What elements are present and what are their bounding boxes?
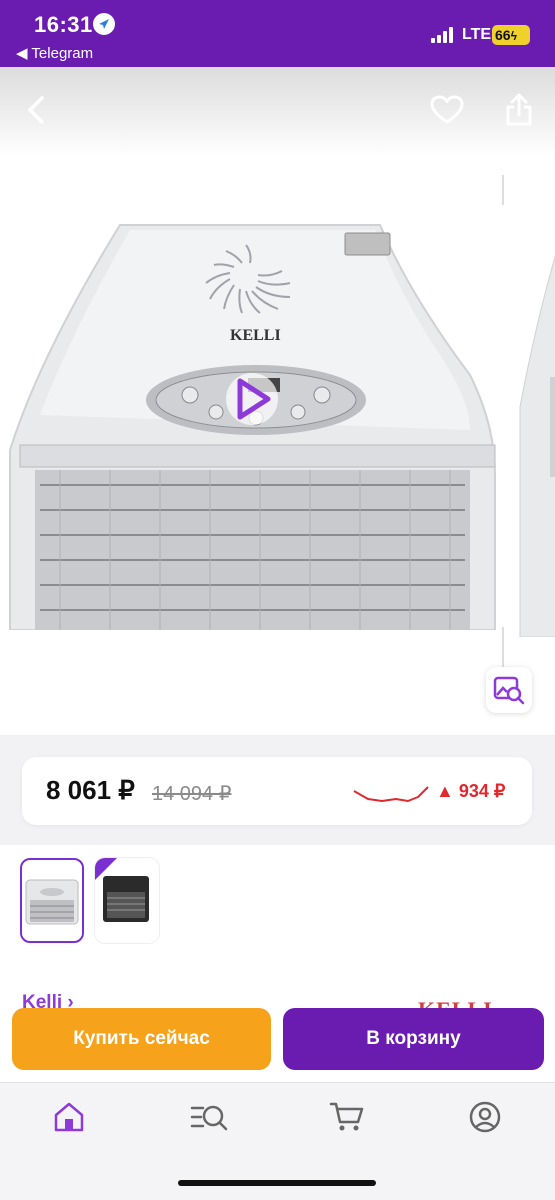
gallery-divider <box>502 175 504 205</box>
battery-level: 66 <box>495 27 511 43</box>
status-bar: 16:31 ◀ Telegram LTE 66ϟ <box>0 0 555 67</box>
favorite-button[interactable] <box>424 87 470 133</box>
back-arrow-icon <box>28 96 44 124</box>
profile-icon <box>469 1101 501 1133</box>
network-type: LTE <box>462 26 492 43</box>
home-indicator <box>178 1180 376 1186</box>
thumbnail-image[interactable] <box>20 858 84 943</box>
play-video-button[interactable] <box>226 373 278 425</box>
charging-bolt-icon: ϟ <box>510 29 517 43</box>
catalog-search-icon <box>190 1105 228 1131</box>
back-button[interactable] <box>14 87 60 133</box>
price-history-chart[interactable] <box>352 779 432 809</box>
share-button[interactable] <box>496 87 542 133</box>
battery-icon: 66ϟ <box>492 25 530 45</box>
tab-cart[interactable] <box>322 1097 372 1137</box>
thumbnail-image[interactable] <box>95 858 159 943</box>
price-section: 8 061 ₽ 14 094 ₽ ▲ 934 ₽ <box>0 735 555 845</box>
cart-icon <box>329 1102 364 1131</box>
tab-profile[interactable] <box>460 1097 510 1137</box>
device-brand-text: KELLI <box>230 327 281 344</box>
signal-icon <box>431 27 455 43</box>
buy-now-button[interactable]: Купить сейчас <box>12 1008 271 1070</box>
product-gallery[interactable]: KELLI <box>0 67 555 735</box>
tab-home[interactable] <box>44 1097 94 1137</box>
price-change: ▲ 934 ₽ <box>436 781 506 801</box>
status-time: 16:31 <box>34 12 93 37</box>
heart-icon <box>430 95 464 124</box>
current-price: 8 061 ₽ <box>46 775 135 805</box>
thumbnail-strip <box>0 845 555 980</box>
price-card[interactable]: 8 061 ₽ 14 094 ₽ ▲ 934 ₽ <box>22 757 532 825</box>
location-arrow-icon <box>93 13 115 35</box>
tab-catalog[interactable] <box>184 1097 234 1137</box>
header-gradient <box>0 67 555 157</box>
home-icon <box>54 1102 84 1132</box>
back-to-telegram-link[interactable]: ◀ Telegram <box>16 44 93 62</box>
play-icon <box>237 378 271 420</box>
old-price: 14 094 ₽ <box>152 783 232 805</box>
image-search-icon <box>493 676 525 705</box>
add-to-cart-button[interactable]: В корзину <box>283 1008 544 1070</box>
next-product-image-peek[interactable] <box>510 257 555 637</box>
share-icon <box>506 93 532 126</box>
visual-search-button[interactable] <box>486 667 532 713</box>
gallery-divider <box>502 627 504 667</box>
